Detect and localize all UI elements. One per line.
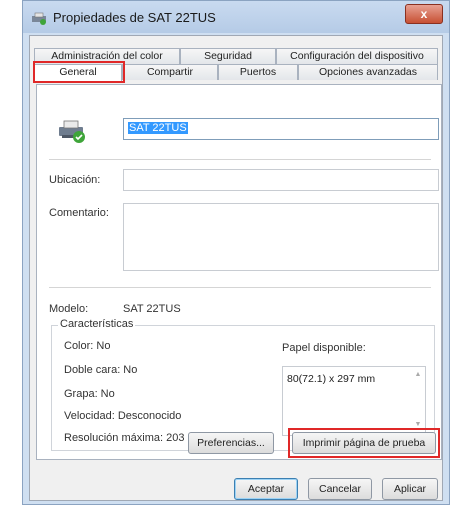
close-button[interactable]: x bbox=[405, 4, 443, 24]
feature-doble-cara: Doble cara: No bbox=[64, 364, 138, 376]
printer-name-text: SAT 22TUS bbox=[128, 122, 188, 134]
properties-window: Propiedades de SAT 22TUS x Administració… bbox=[22, 0, 450, 505]
paper-list[interactable]: 80(72.1) x 297 mm ▲ ▼ bbox=[282, 366, 426, 436]
scroll-up-icon[interactable]: ▲ bbox=[413, 371, 423, 381]
comentario-label: Comentario: bbox=[49, 207, 109, 219]
tab-configuracion-dispositivo[interactable]: Configuración del dispositivo bbox=[276, 48, 438, 64]
general-panel: SAT 22TUS Ubicación: Comentario: Modelo:… bbox=[36, 84, 442, 460]
title-bar[interactable]: Propiedades de SAT 22TUS x bbox=[23, 1, 449, 33]
general-tab-highlight bbox=[33, 61, 125, 83]
feature-velocidad: Velocidad: Desconocido bbox=[64, 410, 182, 422]
tab-seguridad[interactable]: Seguridad bbox=[180, 48, 276, 64]
aceptar-button[interactable]: Aceptar bbox=[234, 478, 298, 500]
tab-compartir[interactable]: Compartir bbox=[122, 64, 218, 80]
feature-resolucion: Resolución máxima: 203 ppp bbox=[64, 432, 206, 444]
preferencias-button[interactable]: Preferencias... bbox=[188, 432, 274, 454]
paper-list-item[interactable]: 80(72.1) x 297 mm bbox=[287, 373, 421, 385]
printer-name-field[interactable]: SAT 22TUS bbox=[123, 118, 439, 140]
features-title: Características bbox=[58, 318, 136, 330]
printer-icon bbox=[32, 12, 46, 25]
imprimir-highlight bbox=[288, 428, 440, 458]
dialog-client: Administración del color Seguridad Confi… bbox=[29, 35, 443, 501]
tab-opciones-avanzadas[interactable]: Opciones avanzadas bbox=[298, 64, 438, 80]
tab-puertos[interactable]: Puertos bbox=[218, 64, 298, 80]
paper-label: Papel disponible: bbox=[282, 342, 366, 354]
modelo-value: SAT 22TUS bbox=[123, 303, 181, 315]
separator bbox=[49, 159, 431, 160]
separator bbox=[49, 287, 431, 288]
ubicacion-field[interactable] bbox=[123, 169, 439, 191]
feature-color: Color: No bbox=[64, 340, 111, 352]
modelo-label: Modelo: bbox=[49, 303, 89, 315]
printer-icon bbox=[59, 120, 85, 143]
aplicar-button[interactable]: Aplicar bbox=[382, 478, 438, 500]
ubicacion-label: Ubicación: bbox=[49, 174, 101, 186]
comentario-field[interactable] bbox=[123, 203, 439, 271]
feature-grapa: Grapa: No bbox=[64, 388, 115, 400]
window-title: Propiedades de SAT 22TUS bbox=[53, 10, 216, 25]
cancelar-button[interactable]: Cancelar bbox=[308, 478, 372, 500]
